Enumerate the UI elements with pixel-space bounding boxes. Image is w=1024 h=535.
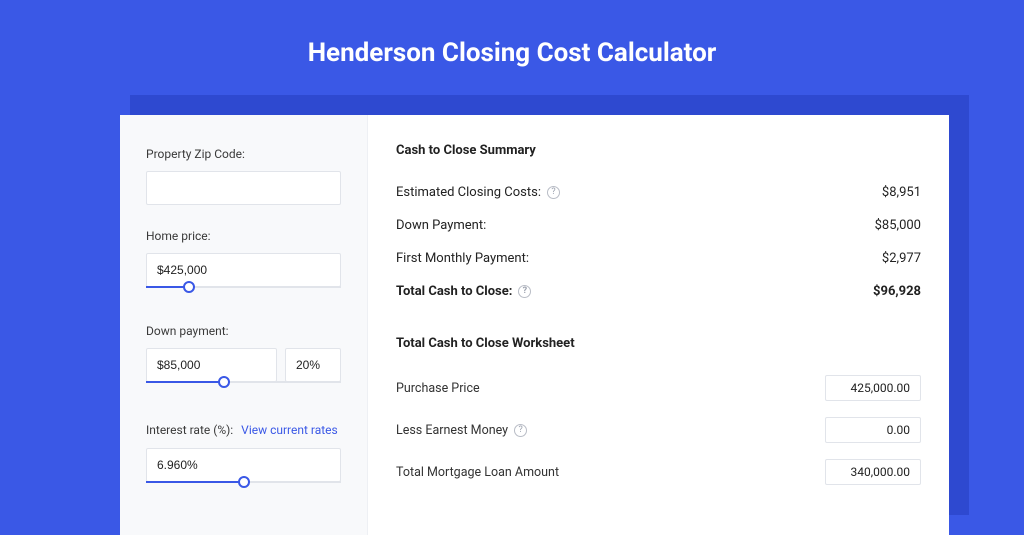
summary-row: Total Cash to Close:? $96,928: [396, 275, 921, 308]
worksheet-row-value[interactable]: 425,000.00: [825, 375, 921, 401]
worksheet-row-label: Less Earnest Money?: [396, 423, 527, 438]
zip-label: Property Zip Code:: [146, 147, 341, 161]
summary-heading: Cash to Close Summary: [396, 143, 921, 158]
summary-row-label-text: Total Cash to Close:: [396, 284, 512, 299]
calculator-card: Property Zip Code: Home price: Down paym…: [120, 115, 949, 535]
worksheet-row-value[interactable]: 340,000.00: [825, 459, 921, 485]
worksheet-row-label: Purchase Price: [396, 381, 480, 396]
worksheet-list: Purchase Price 425,000.00 Less Earnest Mon…: [396, 367, 921, 493]
summary-row: First Monthly Payment: $2,977: [396, 242, 921, 275]
zip-input[interactable]: [146, 171, 341, 205]
worksheet-row-label-text: Total Mortgage Loan Amount: [396, 465, 559, 480]
down-payment-pct-input[interactable]: [285, 348, 341, 382]
summary-row-label: Down Payment:: [396, 218, 486, 233]
worksheet-heading: Total Cash to Close Worksheet: [396, 336, 921, 351]
help-icon[interactable]: ?: [547, 186, 560, 199]
worksheet-row: Total Mortgage Loan Amount 340,000.00: [396, 451, 921, 493]
down-payment-input[interactable]: [146, 348, 277, 382]
slider-thumb[interactable]: [183, 281, 195, 293]
interest-rate-label: Interest rate (%):: [146, 423, 233, 437]
summary-row-label-text: Down Payment:: [396, 218, 486, 233]
summary-row-value: $2,977: [882, 251, 921, 266]
summary-row: Estimated Closing Costs:? $8,951: [396, 176, 921, 209]
summary-row-label: First Monthly Payment:: [396, 251, 529, 266]
inputs-panel: Property Zip Code: Home price: Down paym…: [120, 115, 368, 535]
home-price-field: Home price:: [146, 229, 341, 300]
home-price-label: Home price:: [146, 229, 341, 243]
down-payment-field: Down payment:: [146, 324, 341, 395]
worksheet-row-label-text: Purchase Price: [396, 381, 480, 396]
down-payment-label: Down payment:: [146, 324, 341, 338]
summary-row-value: $85,000: [875, 218, 921, 233]
worksheet-row-label: Total Mortgage Loan Amount: [396, 465, 559, 480]
summary-row-value: $96,928: [873, 284, 921, 299]
worksheet-row-value[interactable]: 0.00: [825, 417, 921, 443]
help-icon[interactable]: ?: [514, 424, 527, 437]
view-rates-link[interactable]: View current rates: [241, 423, 338, 437]
worksheet-row-label-text: Less Earnest Money: [396, 423, 508, 438]
summary-row-label: Estimated Closing Costs:?: [396, 185, 560, 200]
summary-row-label-text: First Monthly Payment:: [396, 251, 529, 266]
slider-fill: [146, 481, 244, 483]
summary-row-label-text: Estimated Closing Costs:: [396, 185, 541, 200]
slider-thumb[interactable]: [238, 476, 250, 488]
worksheet-row: Less Earnest Money? 0.00: [396, 409, 921, 451]
summary-row: Down Payment: $85,000: [396, 209, 921, 242]
home-price-slider[interactable]: [146, 286, 341, 300]
slider-thumb[interactable]: [218, 376, 230, 388]
zip-field: Property Zip Code:: [146, 147, 341, 205]
summary-row-value: $8,951: [882, 185, 921, 200]
interest-rate-slider[interactable]: [146, 481, 341, 495]
summary-list: Estimated Closing Costs:? $8,951 Down Paym…: [396, 176, 921, 308]
slider-fill: [146, 381, 224, 383]
home-price-input[interactable]: [146, 253, 341, 287]
help-icon[interactable]: ?: [518, 285, 531, 298]
page-title: Henderson Closing Cost Calculator: [0, 0, 1024, 90]
results-panel: Cash to Close Summary Estimated Closing …: [368, 115, 949, 535]
down-payment-slider[interactable]: [146, 381, 341, 395]
worksheet-row: Purchase Price 425,000.00: [396, 367, 921, 409]
interest-rate-field: Interest rate (%): View current rates: [146, 419, 341, 495]
summary-row-label: Total Cash to Close:?: [396, 284, 531, 299]
